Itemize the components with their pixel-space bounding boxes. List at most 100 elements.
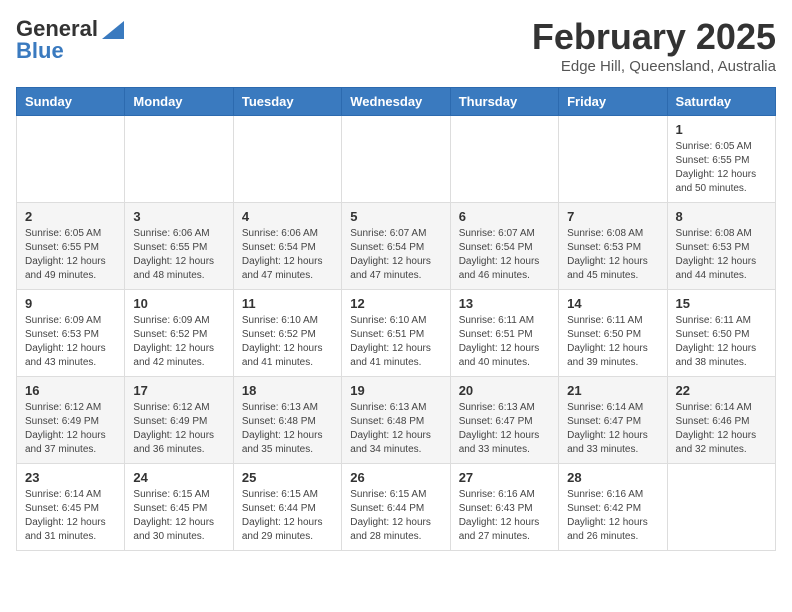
day-info: Sunrise: 6:10 AM Sunset: 6:51 PM Dayligh… — [350, 314, 441, 370]
day-info: Sunrise: 6:06 AM Sunset: 6:54 PM Dayligh… — [242, 227, 333, 283]
day-number: 28 — [567, 470, 658, 485]
calendar-cell: 17 Sunrise: 6:12 AM Sunset: 6:49 PM Dayli… — [125, 377, 233, 464]
day-info: Sunrise: 6:10 AM Sunset: 6:52 PM Dayligh… — [242, 314, 333, 370]
calendar-cell: 25Sunrise: 6:15 AM Sunset: 6:44 PM Dayli… — [233, 464, 341, 551]
day-number: 23 — [25, 470, 116, 485]
day-number: 2 — [25, 209, 116, 224]
day-info: Sunrise: 6:13 AM Sunset: 6:47 PM Dayligh… — [459, 401, 550, 457]
day-number: 20 — [459, 383, 550, 398]
weekday-header-tuesday: Tuesday — [233, 88, 341, 116]
calendar-cell: 27 Sunrise: 6:16 AM Sunset: 6:43 PM Dayli… — [450, 464, 558, 551]
day-info: Sunrise: 6:13 AM Sunset: 6:48 PM Dayligh… — [242, 401, 333, 457]
calendar-cell: 20 Sunrise: 6:13 AM Sunset: 6:47 PM Dayli… — [450, 377, 558, 464]
day-number: 9 — [25, 296, 116, 311]
weekday-header-sunday: Sunday — [17, 88, 125, 116]
day-number: 24 — [133, 470, 224, 485]
day-number: 26 — [350, 470, 441, 485]
calendar-week-row: 16Sunrise: 6:12 AM Sunset: 6:49 PM Dayli… — [17, 377, 776, 464]
calendar-cell: 6 Sunrise: 6:07 AM Sunset: 6:54 PM Daylig… — [450, 203, 558, 290]
day-info: Sunrise: 6:07 AM Sunset: 6:54 PM Dayligh… — [459, 227, 550, 283]
day-number: 22 — [676, 383, 767, 398]
day-info: Sunrise: 6:08 AM Sunset: 6:53 PM Dayligh… — [676, 227, 767, 283]
calendar-cell: 28 Sunrise: 6:16 AM Sunset: 6:42 PM Dayli… — [559, 464, 667, 551]
calendar-cell: 21 Sunrise: 6:14 AM Sunset: 6:47 PM Dayli… — [559, 377, 667, 464]
calendar-cell — [125, 116, 233, 203]
day-info: Sunrise: 6:14 AM Sunset: 6:47 PM Dayligh… — [567, 401, 658, 457]
weekday-header-row: SundayMondayTuesdayWednesdayThursdayFrid… — [17, 88, 776, 116]
day-info: Sunrise: 6:14 AM Sunset: 6:46 PM Dayligh… — [676, 401, 767, 457]
day-info: Sunrise: 6:11 AM Sunset: 6:50 PM Dayligh… — [567, 314, 658, 370]
calendar-cell: 26Sunrise: 6:15 AM Sunset: 6:44 PM Dayli… — [342, 464, 450, 551]
day-info: Sunrise: 6:09 AM Sunset: 6:53 PM Dayligh… — [25, 314, 116, 370]
calendar-cell: 16Sunrise: 6:12 AM Sunset: 6:49 PM Dayli… — [17, 377, 125, 464]
day-number: 14 — [567, 296, 658, 311]
day-number: 18 — [242, 383, 333, 398]
page-title: February 2025 — [532, 16, 776, 58]
logo: General Blue — [16, 16, 124, 64]
day-info: Sunrise: 6:05 AM Sunset: 6:55 PM Dayligh… — [676, 140, 767, 196]
calendar-table: SundayMondayTuesdayWednesdayThursdayFrid… — [16, 87, 776, 551]
calendar-cell: 15 Sunrise: 6:11 AM Sunset: 6:50 PM Dayli… — [667, 290, 775, 377]
day-number: 11 — [242, 296, 333, 311]
day-number: 8 — [676, 209, 767, 224]
day-info: Sunrise: 6:05 AM Sunset: 6:55 PM Dayligh… — [25, 227, 116, 283]
title-block: February 2025 Edge Hill, Queensland, Aus… — [532, 16, 776, 75]
calendar-cell — [233, 116, 341, 203]
day-info: Sunrise: 6:12 AM Sunset: 6:49 PM Dayligh… — [25, 401, 116, 457]
day-number: 17 — [133, 383, 224, 398]
calendar-cell: 5Sunrise: 6:07 AM Sunset: 6:54 PM Daylig… — [342, 203, 450, 290]
calendar-cell: 14 Sunrise: 6:11 AM Sunset: 6:50 PM Dayli… — [559, 290, 667, 377]
day-number: 15 — [676, 296, 767, 311]
day-info: Sunrise: 6:15 AM Sunset: 6:45 PM Dayligh… — [133, 488, 224, 544]
day-info: Sunrise: 6:16 AM Sunset: 6:42 PM Dayligh… — [567, 488, 658, 544]
day-info: Sunrise: 6:13 AM Sunset: 6:48 PM Dayligh… — [350, 401, 441, 457]
weekday-header-monday: Monday — [125, 88, 233, 116]
calendar-cell — [17, 116, 125, 203]
logo-triangle-icon — [102, 21, 124, 39]
calendar-cell: 7 Sunrise: 6:08 AM Sunset: 6:53 PM Daylig… — [559, 203, 667, 290]
day-number: 25 — [242, 470, 333, 485]
calendar-cell: 10 Sunrise: 6:09 AM Sunset: 6:52 PM Dayli… — [125, 290, 233, 377]
day-number: 10 — [133, 296, 224, 311]
calendar-cell: 3 Sunrise: 6:06 AM Sunset: 6:55 PM Daylig… — [125, 203, 233, 290]
day-info: Sunrise: 6:14 AM Sunset: 6:45 PM Dayligh… — [25, 488, 116, 544]
day-number: 4 — [242, 209, 333, 224]
calendar-cell: 23 Sunrise: 6:14 AM Sunset: 6:45 PM Dayli… — [17, 464, 125, 551]
day-info: Sunrise: 6:11 AM Sunset: 6:50 PM Dayligh… — [676, 314, 767, 370]
page-header: General Blue February 2025 Edge Hill, Qu… — [16, 16, 776, 75]
day-info: Sunrise: 6:11 AM Sunset: 6:51 PM Dayligh… — [459, 314, 550, 370]
calendar-cell — [667, 464, 775, 551]
calendar-cell: 19 Sunrise: 6:13 AM Sunset: 6:48 PM Dayli… — [342, 377, 450, 464]
calendar-week-row: 2 Sunrise: 6:05 AM Sunset: 6:55 PM Daylig… — [17, 203, 776, 290]
day-number: 19 — [350, 383, 441, 398]
weekday-header-saturday: Saturday — [667, 88, 775, 116]
weekday-header-friday: Friday — [559, 88, 667, 116]
day-info: Sunrise: 6:09 AM Sunset: 6:52 PM Dayligh… — [133, 314, 224, 370]
weekday-header-thursday: Thursday — [450, 88, 558, 116]
calendar-cell: 22 Sunrise: 6:14 AM Sunset: 6:46 PM Dayli… — [667, 377, 775, 464]
day-info: Sunrise: 6:16 AM Sunset: 6:43 PM Dayligh… — [459, 488, 550, 544]
day-number: 21 — [567, 383, 658, 398]
logo-blue-text: Blue — [16, 38, 64, 64]
calendar-cell: 4 Sunrise: 6:06 AM Sunset: 6:54 PM Daylig… — [233, 203, 341, 290]
calendar-week-row: 23 Sunrise: 6:14 AM Sunset: 6:45 PM Dayli… — [17, 464, 776, 551]
day-number: 6 — [459, 209, 550, 224]
day-info: Sunrise: 6:08 AM Sunset: 6:53 PM Dayligh… — [567, 227, 658, 283]
day-number: 5 — [350, 209, 441, 224]
calendar-cell: 11 Sunrise: 6:10 AM Sunset: 6:52 PM Dayli… — [233, 290, 341, 377]
calendar-cell: 24 Sunrise: 6:15 AM Sunset: 6:45 PM Dayli… — [125, 464, 233, 551]
calendar-cell: 18 Sunrise: 6:13 AM Sunset: 6:48 PM Dayli… — [233, 377, 341, 464]
calendar-week-row: 9 Sunrise: 6:09 AM Sunset: 6:53 PM Daylig… — [17, 290, 776, 377]
calendar-cell — [342, 116, 450, 203]
day-number: 3 — [133, 209, 224, 224]
calendar-cell: 12Sunrise: 6:10 AM Sunset: 6:51 PM Dayli… — [342, 290, 450, 377]
calendar-cell: 8 Sunrise: 6:08 AM Sunset: 6:53 PM Daylig… — [667, 203, 775, 290]
calendar-cell: 13Sunrise: 6:11 AM Sunset: 6:51 PM Dayli… — [450, 290, 558, 377]
day-info: Sunrise: 6:06 AM Sunset: 6:55 PM Dayligh… — [133, 227, 224, 283]
weekday-header-wednesday: Wednesday — [342, 88, 450, 116]
day-number: 27 — [459, 470, 550, 485]
page-location: Edge Hill, Queensland, Australia — [532, 58, 776, 75]
day-number: 7 — [567, 209, 658, 224]
calendar-cell: 2 Sunrise: 6:05 AM Sunset: 6:55 PM Daylig… — [17, 203, 125, 290]
day-info: Sunrise: 6:12 AM Sunset: 6:49 PM Dayligh… — [133, 401, 224, 457]
